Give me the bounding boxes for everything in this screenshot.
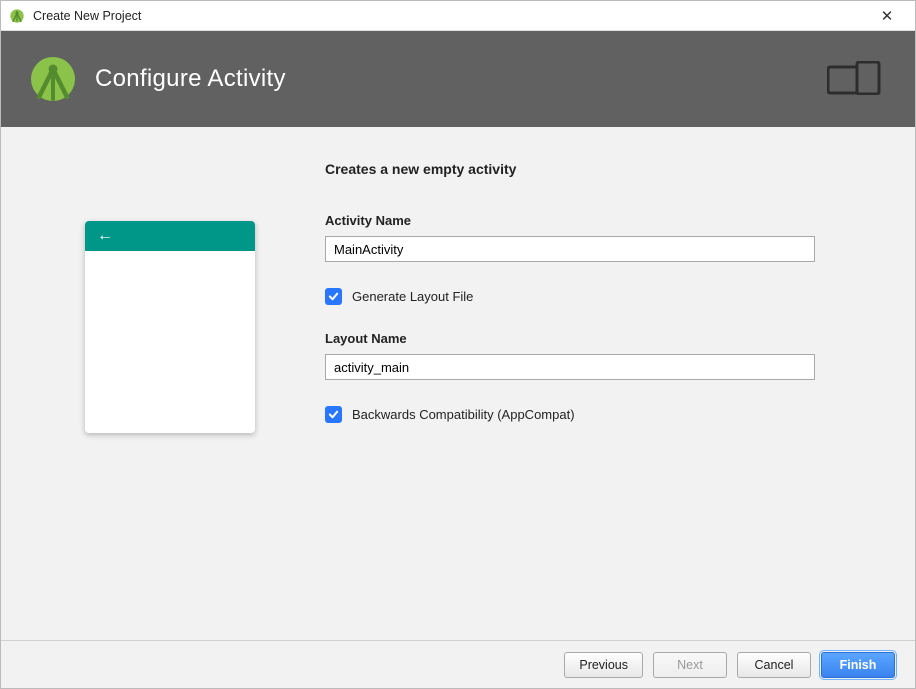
section-title: Creates a new empty activity <box>325 161 871 177</box>
generate-layout-label: Generate Layout File <box>352 289 473 304</box>
finish-button[interactable]: Finish <box>821 652 895 678</box>
dialog-window: Create New Project ✕ Configure Activity <box>0 0 916 689</box>
device-orientation-icon <box>827 61 881 98</box>
previous-button[interactable]: Previous <box>564 652 643 678</box>
template-preview-column: ← <box>45 161 295 640</box>
next-button: Next <box>653 652 727 678</box>
form-column: Creates a new empty activity Activity Na… <box>295 161 871 640</box>
generate-layout-row: Generate Layout File <box>325 288 871 305</box>
back-compat-row: Backwards Compatibility (AppCompat) <box>325 406 871 423</box>
activity-name-input[interactable] <box>325 236 815 262</box>
wizard-body: ← Creates a new empty activity Activity … <box>1 127 915 640</box>
back-compat-label: Backwards Compatibility (AppCompat) <box>352 407 575 422</box>
wizard-step-title: Configure Activity <box>95 65 827 93</box>
arrow-back-icon: ← <box>97 228 113 244</box>
cancel-button[interactable]: Cancel <box>737 652 811 678</box>
phone-preview: ← <box>85 221 255 433</box>
activity-name-label: Activity Name <box>325 213 871 228</box>
window-title: Create New Project <box>33 9 867 23</box>
wizard-footer: Previous Next Cancel Finish <box>1 640 915 688</box>
layout-name-input[interactable] <box>325 354 815 380</box>
android-studio-logo-icon <box>29 55 77 103</box>
generate-layout-checkbox[interactable] <box>325 288 342 305</box>
phone-preview-appbar: ← <box>85 221 255 251</box>
window-close-button[interactable]: ✕ <box>867 7 907 25</box>
layout-name-group: Layout Name <box>325 331 871 380</box>
activity-name-group: Activity Name <box>325 213 871 262</box>
layout-name-label: Layout Name <box>325 331 871 346</box>
back-compat-checkbox[interactable] <box>325 406 342 423</box>
titlebar: Create New Project ✕ <box>1 1 915 31</box>
wizard-header: Configure Activity <box>1 31 915 127</box>
android-studio-icon <box>9 8 25 24</box>
